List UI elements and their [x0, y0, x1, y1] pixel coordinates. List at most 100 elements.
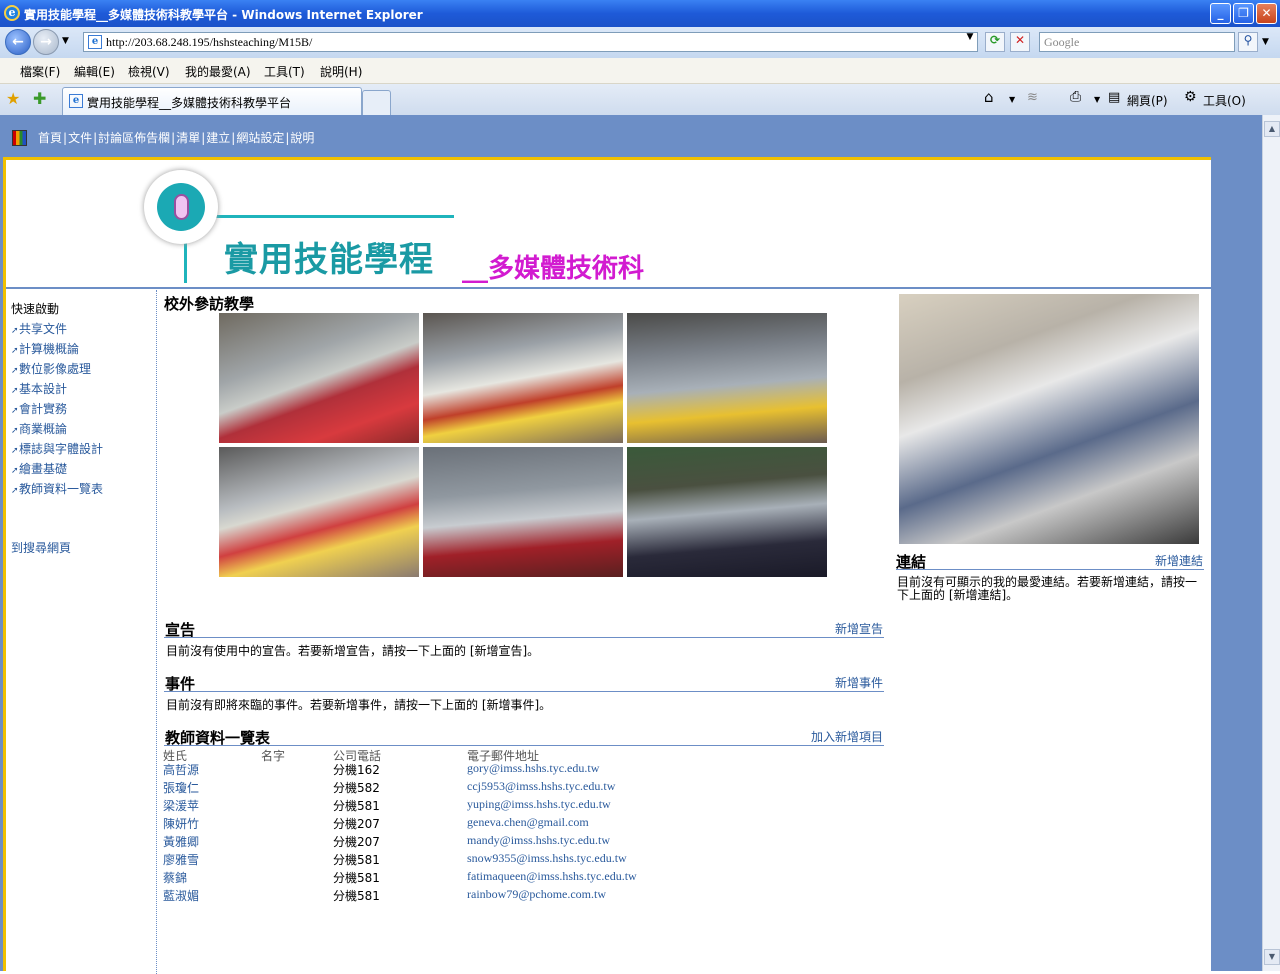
close-button[interactable]: ✕ [1256, 3, 1277, 24]
nav-lists[interactable]: 清單 [176, 131, 200, 145]
tab-page-icon: e [69, 94, 83, 108]
menu-edit[interactable]: 編輯(E) [74, 63, 115, 80]
tools-menu[interactable]: 工具(O) [1203, 92, 1246, 109]
photo-6[interactable] [627, 447, 827, 577]
teacher-last[interactable]: 張瓊仁 [163, 779, 199, 796]
photo-1[interactable] [219, 313, 419, 443]
quick-item-logo-font[interactable]: ➚標誌與字體設計 [11, 440, 103, 457]
announcements-empty-text: 目前沒有使用中的宣告。若要新增宣告，請按一下上面的 [新增宣告]。 [166, 644, 540, 658]
teacher-phone: 分機581 [333, 853, 380, 867]
add-teacher-button[interactable]: 加入新增項目 [811, 728, 883, 745]
menu-favorites[interactable]: 我的最愛(A) [185, 63, 251, 80]
arrow-icon: ➚ [11, 466, 19, 476]
teacher-last[interactable]: 高哲源 [163, 761, 199, 778]
photo-5[interactable] [423, 447, 623, 577]
content-area: 實用技能學程 __多媒體技術科 快速啟動 ➚共享文件 ➚計算機概論 ➚數位影像處… [3, 157, 1211, 974]
address-dropdown-icon[interactable]: ▼ [962, 32, 978, 52]
nav-help[interactable]: 說明 [290, 131, 314, 145]
teacher-email[interactable]: rainbow79@pchome.com.tw [467, 887, 606, 902]
minimize-button[interactable]: _ [1210, 3, 1231, 24]
teacher-phone: 分機207 [333, 817, 380, 831]
teacher-last[interactable]: 廖雅雪 [163, 851, 199, 868]
teacher-email[interactable]: snow9355@imss.hshs.tyc.edu.tw [467, 851, 627, 866]
classroom-photo[interactable] [899, 294, 1199, 544]
history-dropdown-icon[interactable]: ▼ [62, 36, 69, 46]
quick-item-drawing[interactable]: ➚繪畫基礎 [11, 460, 67, 477]
tab-bar: ★ ✚ e 實用技能學程__多媒體技術科教學平台 ⌂ ▼ ≋ ⎙ ▼ ▤ 網頁(… [0, 84, 1280, 115]
nav-discussion[interactable]: 討論區佈告欄 [98, 131, 170, 145]
ie-logo-icon: e [4, 5, 20, 21]
nav-home[interactable]: 首頁 [38, 131, 62, 145]
tab-active[interactable]: e 實用技能學程__多媒體技術科教學平台 [62, 87, 362, 115]
stop-button[interactable]: ✕ [1010, 32, 1030, 52]
forward-button[interactable]: → [33, 29, 59, 55]
home-dropdown-icon[interactable]: ▼ [1009, 95, 1015, 104]
teacher-email[interactable]: geneva.chen@gmail.com [467, 815, 589, 830]
mouse-icon [174, 194, 189, 220]
quick-item-shared-docs[interactable]: ➚共享文件 [11, 320, 67, 337]
quick-item-basic-design[interactable]: ➚基本設計 [11, 380, 67, 397]
quick-item-computer-intro[interactable]: ➚計算機概論 [11, 340, 79, 357]
teacher-last[interactable]: 黃雅卿 [163, 833, 199, 850]
window-titlebar: e 實用技能學程__多媒體技術科教學平台 - Windows Internet … [0, 0, 1280, 27]
gear-icon: ⚙ [1184, 89, 1197, 105]
nav-create[interactable]: 建立 [206, 131, 230, 145]
photo-4[interactable] [219, 447, 419, 577]
teacher-email[interactable]: fatimaqueen@imss.hshs.tyc.edu.tw [467, 869, 637, 884]
teacher-last[interactable]: 藍淑媚 [163, 887, 199, 904]
teacher-last[interactable]: 梁湲苹 [163, 797, 199, 814]
quick-item-teachers[interactable]: ➚教師資料一覽表 [11, 480, 103, 497]
feeds-icon[interactable]: ≋ [1027, 90, 1038, 105]
refresh-button[interactable]: ⟳ [985, 32, 1005, 52]
teacher-phone: 分機581 [333, 799, 380, 813]
quick-item-accounting[interactable]: ➚會計實務 [11, 400, 67, 417]
new-tab-button[interactable] [362, 90, 391, 115]
home-icon[interactable]: ⌂ [984, 88, 994, 106]
col-first-name[interactable]: 名字 [261, 747, 285, 764]
teacher-email[interactable]: yuping@imss.hshs.tyc.edu.tw [467, 797, 611, 812]
scroll-down-icon[interactable]: ▼ [1264, 949, 1280, 965]
menu-file[interactable]: 檔案(F) [20, 63, 60, 80]
favorites-star-icon[interactable]: ★ [6, 89, 20, 108]
address-input[interactable]: e http://203.68.248.195/hshsteaching/M15… [83, 32, 978, 52]
arrow-icon: ➚ [11, 426, 19, 436]
links-empty-text-2: 下上面的 [新增連結]。 [897, 588, 1019, 602]
add-link-button[interactable]: 新增連結 [1155, 552, 1203, 569]
menu-view[interactable]: 檢視(V) [128, 63, 170, 80]
teachers-divider [164, 745, 884, 746]
vertical-scrollbar[interactable]: ▲ ▼ [1262, 115, 1280, 971]
arrow-icon: ➚ [11, 366, 19, 376]
restore-button[interactable]: ❐ [1233, 3, 1254, 24]
add-favorites-icon[interactable]: ✚ [33, 89, 46, 108]
teacher-last[interactable]: 蔡錦 [163, 869, 187, 886]
page-viewport: 首頁|文件|討論區佈告欄|清單|建立|網站設定|說明 實用技能學程 __多媒體技… [0, 115, 1262, 974]
gallery-title: 校外參訪教學 [164, 295, 255, 313]
photo-3[interactable] [627, 313, 827, 443]
teacher-email[interactable]: ccj5953@imss.hshs.tyc.edu.tw [467, 779, 615, 794]
search-options-icon[interactable]: ▼ [1262, 37, 1269, 47]
site-logo-icon [12, 130, 27, 146]
print-dropdown-icon[interactable]: ▼ [1094, 95, 1100, 104]
arrow-icon: ➚ [11, 386, 19, 396]
nav-site-settings[interactable]: 網站設定 [236, 131, 284, 145]
print-icon[interactable]: ⎙ [1070, 89, 1081, 105]
teacher-email[interactable]: mandy@imss.hshs.tyc.edu.tw [467, 833, 610, 848]
add-announcement-button[interactable]: 新增宣告 [835, 620, 883, 637]
add-event-button[interactable]: 新增事件 [835, 674, 883, 691]
teacher-last[interactable]: 陳妍竹 [163, 815, 199, 832]
back-button[interactable]: ← [5, 29, 31, 55]
scroll-up-icon[interactable]: ▲ [1264, 121, 1280, 137]
menu-tools[interactable]: 工具(T) [264, 63, 305, 80]
page-menu[interactable]: 網頁(P) [1127, 92, 1168, 109]
quick-launch-title: 快速啟動 [11, 302, 60, 316]
quick-item-digital-image[interactable]: ➚數位影像處理 [11, 360, 91, 377]
search-input[interactable]: Google [1039, 32, 1235, 52]
nav-documents[interactable]: 文件 [68, 131, 92, 145]
teacher-email[interactable]: gory@imss.hshs.tyc.edu.tw [467, 761, 599, 776]
search-button[interactable]: ⚲ [1238, 32, 1258, 52]
banner-line [216, 215, 454, 218]
menu-help[interactable]: 說明(H) [320, 63, 362, 80]
search-page-link[interactable]: 到搜尋網頁 [11, 539, 71, 556]
quick-item-business[interactable]: ➚商業概論 [11, 420, 67, 437]
photo-2[interactable] [423, 313, 623, 443]
